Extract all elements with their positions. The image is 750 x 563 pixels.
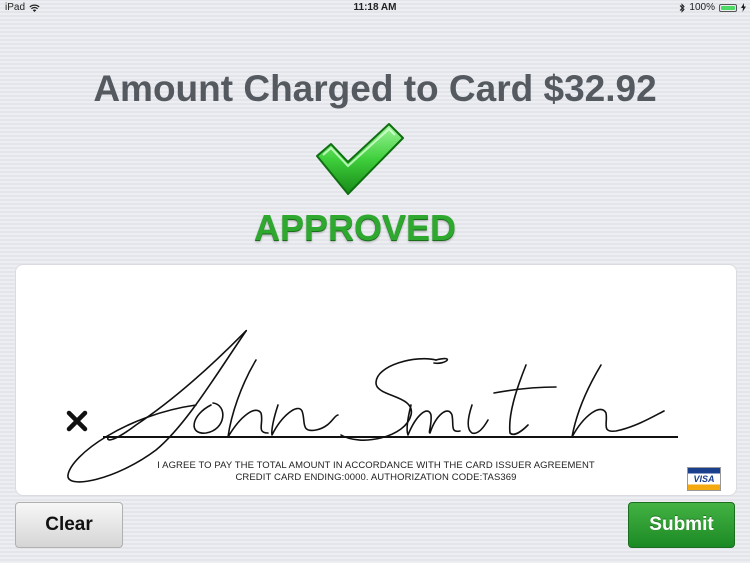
agreement-line-1: I AGREE TO PAY THE TOTAL AMOUNT IN ACCOR… (157, 460, 595, 471)
checkmark-icon (316, 123, 404, 195)
visa-card-icon: VISA (687, 467, 721, 491)
amount-charged-heading: Amount Charged to Card $32.92 (93, 68, 657, 109)
charging-icon (741, 3, 746, 12)
battery-icon (719, 3, 737, 12)
status-bar: iPad 11:18 AM 100% (0, 0, 750, 16)
agreement-text: I AGREE TO PAY THE TOTAL AMOUNT IN ACCOR… (16, 460, 736, 484)
submit-button[interactable]: Submit (628, 502, 735, 548)
agreement-line-2: CREDIT CARD ENDING:0000. AUTHORIZATION C… (235, 472, 517, 483)
signature-pad[interactable]: I AGREE TO PAY THE TOTAL AMOUNT IN ACCOR… (15, 264, 737, 496)
approved-status: APPROVED (253, 207, 457, 248)
battery-percent: 100% (689, 2, 715, 13)
bluetooth-icon (680, 2, 686, 13)
clear-button[interactable]: Clear (15, 502, 123, 548)
battery-fill (721, 5, 735, 10)
status-time: 11:18 AM (353, 2, 397, 13)
status-bar-right: 100% (679, 2, 746, 13)
